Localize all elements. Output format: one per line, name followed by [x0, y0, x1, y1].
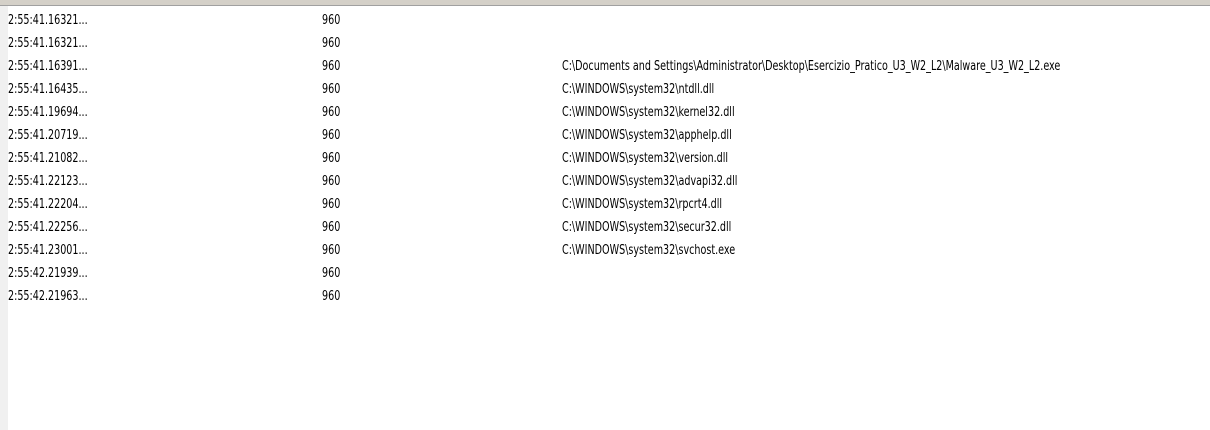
time-of-day-cell: 2:55:42.21939... [8, 266, 88, 281]
pid-cell: 960 [322, 82, 341, 97]
time-of-day-cell: 2:55:41.22204... [8, 197, 88, 212]
time-of-day-cell: 2:55:41.16321... [8, 36, 88, 51]
path-cell: C:\WINDOWS\system32\svchost.exe [562, 243, 736, 258]
table-row[interactable]: 2:55:41.22123... Malware_U3_W2_L2.exe 96… [0, 170, 1210, 193]
path-cell: C:\WINDOWS\system32\kernel32.dll [562, 105, 735, 120]
table-row[interactable]: 2:55:42.21939... Malware_U3_W2_L2.exe 96… [0, 262, 1210, 285]
pid-cell: 960 [322, 36, 341, 51]
pid-cell: 960 [322, 151, 341, 166]
path-cell: C:\WINDOWS\system32\rpcrt4.dll [562, 197, 723, 212]
time-of-day-cell: 2:55:41.22123... [8, 174, 88, 189]
path-cell: C:\WINDOWS\system32\secur32.dll [562, 220, 732, 235]
time-of-day-cell: 2:55:41.19694... [8, 105, 88, 120]
time-of-day-cell: 2:55:41.16435... [8, 82, 88, 97]
table-row[interactable]: 2:55:42.21963... Malware_U3_W2_L2.exe 96… [0, 285, 1210, 308]
time-of-day-cell: 2:55:42.21963... [8, 289, 88, 304]
table-row[interactable]: 2:55:41.23001... Malware_U3_W2_L2.exe 96… [0, 239, 1210, 262]
event-list[interactable]: 2:55:41.16321... Malware_U3_W2_L2.exe 96… [0, 9, 1210, 308]
pid-cell: 960 [322, 220, 341, 235]
pid-cell: 960 [322, 128, 341, 143]
time-of-day-cell: 2:55:41.23001... [8, 243, 88, 258]
path-cell: C:\WINDOWS\system32\apphelp.dll [562, 128, 732, 143]
path-cell: C:\WINDOWS\system32\advapi32.dll [562, 174, 738, 189]
pid-cell: 960 [322, 289, 341, 304]
table-row[interactable]: 2:55:41.16321... Malware_U3_W2_L2.exe 96… [0, 32, 1210, 55]
time-of-day-cell: 2:55:41.22256... [8, 220, 88, 235]
path-cell: C:\Documents and Settings\Administrator\… [562, 59, 1061, 74]
path-cell: C:\WINDOWS\system32\version.dll [562, 151, 729, 166]
time-of-day-cell: 2:55:41.20719... [8, 128, 88, 143]
window-top-border [0, 0, 1210, 6]
pid-cell: 960 [322, 105, 341, 120]
table-row[interactable]: 2:55:41.19694... Malware_U3_W2_L2.exe 96… [0, 101, 1210, 124]
path-cell: C:\WINDOWS\system32\ntdll.dll [562, 82, 715, 97]
pid-cell: 960 [322, 174, 341, 189]
time-of-day-cell: 2:55:41.16321... [8, 13, 88, 28]
pid-cell: 960 [322, 266, 341, 281]
pid-cell: 960 [322, 59, 341, 74]
table-row[interactable]: 2:55:41.21082... Malware_U3_W2_L2.exe 96… [0, 147, 1210, 170]
time-of-day-cell: 2:55:41.16391... [8, 59, 88, 74]
table-row[interactable]: 2:55:41.22204... Malware_U3_W2_L2.exe 96… [0, 193, 1210, 216]
pid-cell: 960 [322, 13, 341, 28]
pid-cell: 960 [322, 243, 341, 258]
table-row[interactable]: 2:55:41.16321... Malware_U3_W2_L2.exe 96… [0, 9, 1210, 32]
table-row[interactable]: 2:55:41.22256... Malware_U3_W2_L2.exe 96… [0, 216, 1210, 239]
table-row[interactable]: 2:55:41.16391... Malware_U3_W2_L2.exe 96… [0, 55, 1210, 78]
table-row[interactable]: 2:55:41.16435... Malware_U3_W2_L2.exe 96… [0, 78, 1210, 101]
pid-cell: 960 [322, 197, 341, 212]
time-of-day-cell: 2:55:41.21082... [8, 151, 88, 166]
table-row[interactable]: 2:55:41.20719... Malware_U3_W2_L2.exe 96… [0, 124, 1210, 147]
